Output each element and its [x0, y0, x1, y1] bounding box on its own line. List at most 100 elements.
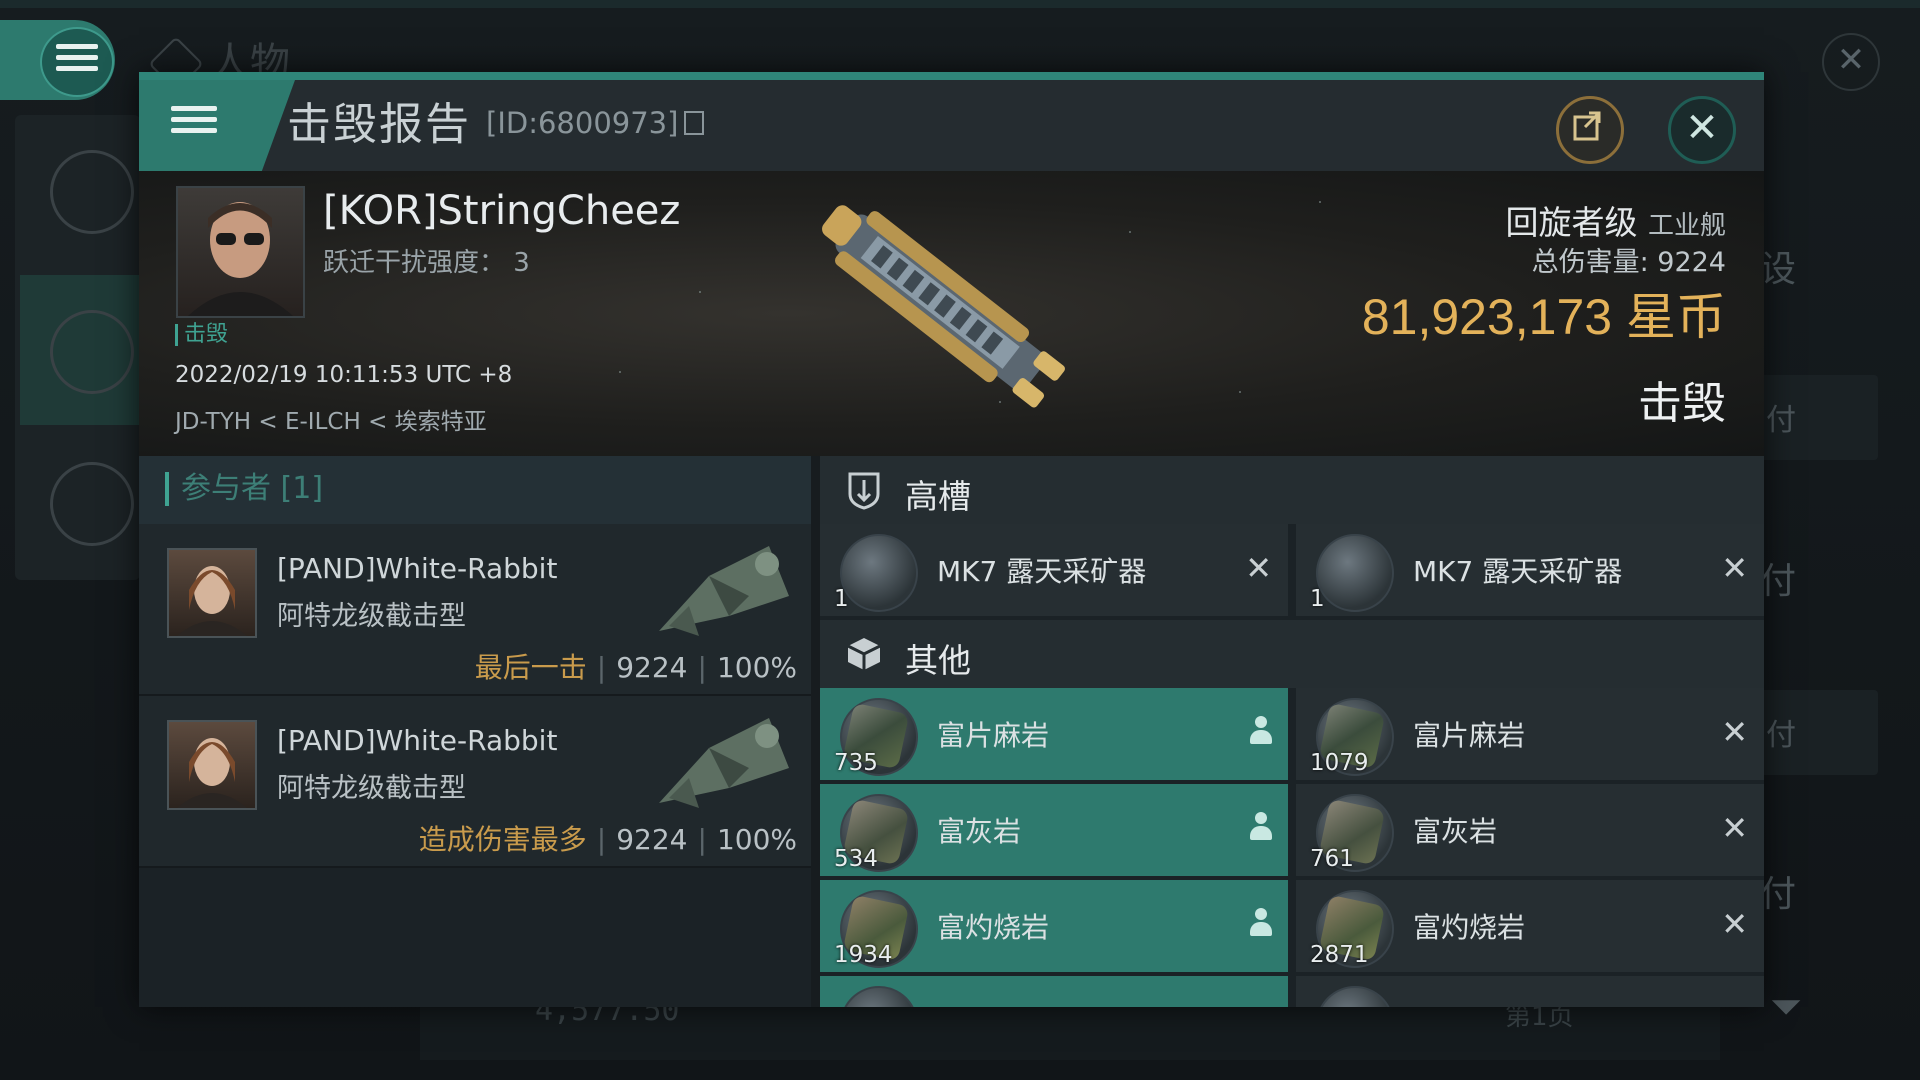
participant-ship-image: [649, 536, 799, 646]
participant-ship-image: [649, 708, 799, 818]
ore-icon: [1316, 986, 1394, 1007]
interceptor-ship-icon: [659, 546, 789, 636]
top-bar: [0, 0, 1920, 8]
modal-menu-button[interactable]: [139, 80, 259, 171]
person-icon: [1250, 716, 1272, 748]
item-quantity: 1: [1310, 586, 1325, 612]
module-item[interactable]: 1 MK7 露天采矿器 ✕: [1296, 524, 1764, 616]
participant-name: [PAND]White-Rabbit: [277, 724, 558, 757]
ship-class[interactable]: 回旋者级 工业舰: [1505, 196, 1726, 244]
copy-icon[interactable]: [684, 111, 705, 135]
background-close-button[interactable]: ✕: [1822, 33, 1880, 91]
item-name: MK7 露天采矿器: [1413, 555, 1623, 588]
total-damage: 总伤害量: 9224: [1531, 247, 1726, 278]
person-icon: [1250, 812, 1272, 844]
participant-avatar: [167, 720, 257, 810]
combat-icon[interactable]: [50, 310, 134, 394]
participant-avatar: [167, 548, 257, 638]
item-quantity: 735: [834, 750, 878, 776]
participant-label: 最后一击: [474, 651, 587, 684]
shield-slot-icon: [848, 472, 880, 510]
participant-stats: 最后一击 | 9224 | 100%: [474, 651, 797, 684]
item-quantity: 1: [834, 586, 849, 612]
other-header: 其他: [820, 620, 1764, 688]
item-quantity: 761: [1310, 846, 1354, 872]
participant-row[interactable]: [PAND]White-Rabbit 阿特龙级截击型 最后一击 | 9224 | 100…: [139, 524, 811, 696]
report-id[interactable]: [ID:6800973]: [486, 106, 705, 140]
cargo-item-dropped[interactable]: [820, 976, 1288, 1007]
participant-damage: 9224: [616, 823, 688, 856]
item-quantity: 2871: [1310, 942, 1369, 968]
modal-title: 击毁报告: [287, 99, 471, 150]
share-icon: [1573, 111, 1601, 141]
participant-stats: 造成伤害最多 | 9224 | 100%: [418, 823, 797, 856]
ship-class-name: 回旋者级: [1505, 203, 1638, 242]
star-icon[interactable]: [50, 462, 134, 546]
participant-label: 造成伤害最多: [418, 823, 587, 856]
item-name: MK7 露天采矿器: [937, 555, 1147, 588]
background-right-label: 设: [1760, 249, 1797, 290]
main-menu-button[interactable]: [40, 27, 114, 97]
participants-title: 参与者 [1]: [165, 472, 323, 506]
item-name: 富片麻岩: [937, 719, 1050, 752]
filter-icon[interactable]: ⏷: [1770, 984, 1802, 1030]
hamburger-icon: [171, 100, 217, 139]
cargo-item-dropped[interactable]: 534 富灰岩: [820, 784, 1288, 876]
close-button[interactable]: ✕: [1668, 96, 1736, 164]
person-icon: [1250, 908, 1272, 940]
item-name: 富灰岩: [937, 815, 1022, 848]
background-right-label: 付: [1766, 403, 1796, 438]
background-right-column: 设 付 付 付 付: [1760, 120, 1920, 1080]
victim-name[interactable]: [KOR]StringCheez: [323, 188, 680, 234]
x-icon: ✕: [1721, 713, 1748, 751]
report-id-text: [ID:6800973]: [486, 106, 679, 140]
cargo-item-destroyed[interactable]: 2871 富灼烧岩 ✕: [1296, 880, 1764, 972]
modal-accent-line: [139, 72, 1764, 80]
participant-percent: 100%: [716, 651, 797, 684]
victim-ship-image: [779, 184, 1099, 424]
item-name: 富灼烧岩: [1413, 911, 1526, 944]
kill-location[interactable]: JD-TYH < E-ILCH < 埃索特亚: [175, 402, 487, 436]
strip-miner-icon: [1316, 534, 1394, 612]
cargo-item-destroyed[interactable]: [1296, 976, 1764, 1007]
participant-row[interactable]: [PAND]White-Rabbit 阿特龙级截击型 造成伤害最多 | 9224 | 1…: [139, 696, 811, 868]
x-icon: ✕: [1721, 809, 1748, 847]
item-name: 富片麻岩: [1413, 719, 1526, 752]
participant-percent: 100%: [716, 823, 797, 856]
cargo-item-destroyed[interactable]: 1079 富片麻岩 ✕: [1296, 688, 1764, 780]
kill-report-modal: 击毁报告 [ID:6800973] ✕ [KOR]StringCheez 跃迁干…: [139, 72, 1764, 1007]
cargo-item-dropped[interactable]: 1934 富灼烧岩: [820, 880, 1288, 972]
cube-icon: [847, 638, 881, 670]
participant-ship: 阿特龙级截击型: [277, 601, 466, 632]
x-icon: ✕: [1721, 905, 1748, 943]
background-right-label: 付: [1760, 874, 1797, 915]
background-right-box[interactable]: 付: [1760, 690, 1878, 775]
cargo-item-dropped[interactable]: 735 富片麻岩: [820, 688, 1288, 780]
item-name: 富灰岩: [1413, 815, 1498, 848]
close-icon: ✕: [1685, 105, 1719, 151]
item-quantity: 1079: [1310, 750, 1369, 776]
list-icon[interactable]: [50, 150, 134, 234]
background-right-label: 付: [1766, 718, 1796, 753]
victim-portrait[interactable]: [176, 186, 305, 318]
share-button[interactable]: [1556, 96, 1624, 164]
x-icon: ✕: [1245, 549, 1272, 587]
item-quantity: 1934: [834, 942, 893, 968]
isk-value: 81,923,173 星币: [1361, 289, 1726, 345]
background-right-box[interactable]: 付: [1760, 375, 1878, 460]
industrial-ship-icon: [822, 205, 1065, 408]
participant-damage: 9224: [616, 651, 688, 684]
item-name: 富灼烧岩: [937, 911, 1050, 944]
high-slots-title: 高槽: [905, 477, 971, 516]
module-item[interactable]: 1 MK7 露天采矿器 ✕: [820, 524, 1288, 616]
participant-ship: 阿特龙级截击型: [277, 773, 466, 804]
victim-avatar: [188, 202, 293, 316]
strip-miner-icon: [840, 534, 918, 612]
cargo-item-destroyed[interactable]: 761 富灰岩 ✕: [1296, 784, 1764, 876]
item-quantity: 534: [834, 846, 878, 872]
warp-disruption: 跃迁干扰强度： 3: [323, 248, 530, 278]
destroyed-status: 击毁: [1638, 378, 1726, 429]
kill-tag: 击毁: [175, 324, 228, 346]
background-right-label: 付: [1760, 561, 1797, 602]
participant-name: [PAND]White-Rabbit: [277, 552, 558, 585]
